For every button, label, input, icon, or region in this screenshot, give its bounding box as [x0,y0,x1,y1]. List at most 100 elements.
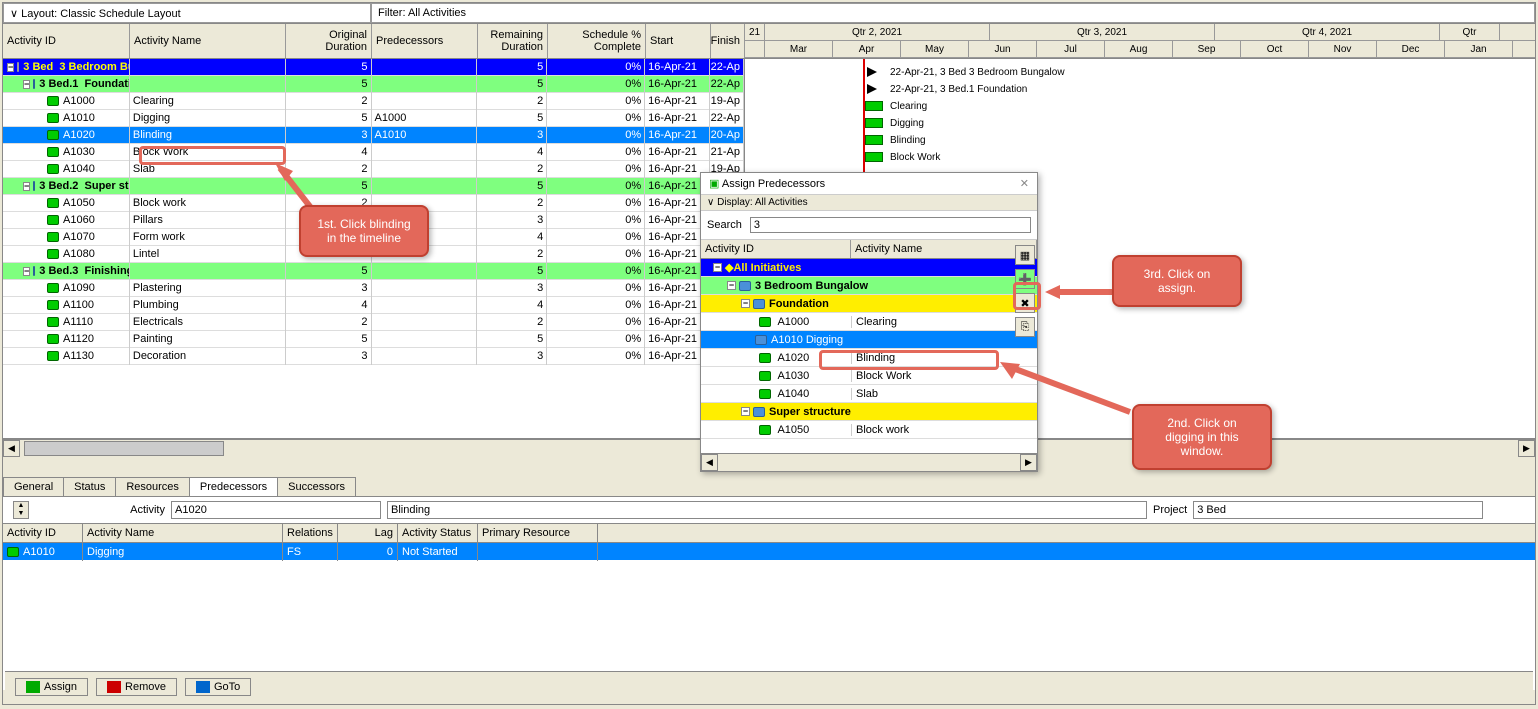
activity-name-field[interactable] [387,501,1147,519]
dlg-col-anm[interactable]: Activity Name [851,240,1037,258]
tab-status[interactable]: Status [63,477,116,496]
activity-row-3 Bed.1[interactable]: −3 Bed.1 Foundation 5 5 0% 16-Apr-21 22-… [3,76,744,93]
goto-button[interactable]: GoTo [185,678,251,696]
month-May: May [901,41,969,57]
pred-lag: 0 [338,543,398,561]
assign-button[interactable]: Assign [15,678,88,696]
gantt-bar[interactable] [865,152,883,162]
expand-icon[interactable]: ▦ [1015,245,1035,265]
pred-prim [478,543,598,561]
col-start[interactable]: Start [646,24,711,58]
predecessor-row[interactable]: A1010 Digging FS 0 Not Started [3,543,1535,560]
dlg-row-A1050[interactable]: A1050 Block work [701,421,1037,439]
gantt-q4: Qtr 4, 2021 [1215,24,1440,40]
dlg-row-Initiatives[interactable]: −◆ All Initiatives [701,259,1037,277]
dlg-row-A1000[interactable]: A1000 Clearing [701,313,1037,331]
month-Dec: Dec [1377,41,1445,57]
dlg-row-Digging[interactable]: A1010 Digging [701,331,1037,349]
gantt-bar[interactable] [865,135,883,145]
activity-row-A1130[interactable]: A1130 Decoration 3 3 0% 16-Apr-21 20-Ap [3,348,744,365]
gantt-label: Blinding [890,135,926,146]
scroll-left-button[interactable]: ◀ [3,440,20,457]
sub-col-prim[interactable]: Primary Resource [478,524,598,542]
activity-row-3 Bed.3[interactable]: −3 Bed.3 Finishing 5 5 0% 16-Apr-21 22-A… [3,263,744,280]
scroll-right-button[interactable]: ▶ [1518,440,1535,457]
top-info-bar: ∨ Layout: Classic Schedule Layout Filter… [3,3,1535,24]
close-icon[interactable]: ✕ [1020,177,1029,190]
predecessor-grid-header: Activity ID Activity Name Relations Lag … [3,523,1535,543]
activity-row-3 Bed.2[interactable]: −3 Bed.2 Super structure 5 5 0% 16-Apr-2… [3,178,744,195]
dlg-row-A1020[interactable]: A1020 Blinding [701,349,1037,367]
gantt-q2: Qtr 2, 2021 [765,24,990,40]
activity-row-A1040[interactable]: A1040 Slab 2 2 0% 16-Apr-21 19-Ap [3,161,744,178]
sub-col-rel[interactable]: Relations [283,524,338,542]
callout-1: 1st. Click blinding in the timeline [299,205,429,257]
activity-row-A1000[interactable]: A1000 Clearing 2 2 0% 16-Apr-21 19-Ap [3,93,744,110]
gantt-q3: Qtr 3, 2021 [990,24,1215,40]
gantt-label: Clearing [890,101,927,112]
dialog-display-bar[interactable]: ∨ Display: All Activities [701,195,1037,211]
tab-resources[interactable]: Resources [115,477,190,496]
milestone-flag [867,84,877,94]
pred-anm: Digging [83,543,283,561]
activity-stepper[interactable]: ▲▼ [13,501,29,519]
col-predecessors[interactable]: Predecessors [372,24,478,58]
month-Jan: Jan [1445,41,1513,57]
dlg-row-3 Bedroom Bungalow[interactable]: − 3 Bedroom Bungalow [701,277,1037,295]
sub-col-aid[interactable]: Activity ID [3,524,83,542]
month-Nov: Nov [1309,41,1377,57]
search-input[interactable] [750,217,1031,233]
month-Aug: Aug [1105,41,1173,57]
remove-button[interactable]: Remove [96,678,177,696]
col-rem-duration[interactable]: Remaining Duration [478,24,548,58]
sub-col-anm[interactable]: Activity Name [83,524,283,542]
layout-label[interactable]: ∨ Layout: Classic Schedule Layout [3,3,371,23]
activity-row-A1090[interactable]: A1090 Plastering 3 3 0% 16-Apr-21 20-Ap [3,280,744,297]
dlg-row-A1040[interactable]: A1040 Slab [701,385,1037,403]
tab-general[interactable]: General [3,477,64,496]
scroll-thumb[interactable] [24,441,224,456]
assign-icon-button[interactable]: ➕ [1015,269,1035,289]
tab-predecessors[interactable]: Predecessors [189,477,278,496]
col-orig-duration[interactable]: Original Duration [286,24,372,58]
dlg-scroll-right[interactable]: ▶ [1020,454,1037,471]
gantt-label: 22-Apr-21, 3 Bed.1 Foundation [890,84,1027,95]
detail-tabs: General Status Resources Predecessors Su… [3,477,1535,497]
filter-label[interactable]: Filter: All Activities [371,3,1535,23]
col-finish[interactable]: Finish [711,24,745,58]
activity-row-A1020[interactable]: A1020 Blinding 3 A1010 3 0% 16-Apr-21 20… [3,127,744,144]
project-label: Project [1153,504,1187,516]
pred-rel: FS [283,543,338,561]
gantt-label: Block Work [890,152,940,163]
remove-icon-button[interactable]: ✖ [1015,293,1035,313]
tab-successors[interactable]: Successors [277,477,356,496]
activity-row-A1010[interactable]: A1010 Digging 5 A1000 5 0% 16-Apr-21 22-… [3,110,744,127]
activity-grid-header: Activity ID Activity Name Original Durat… [3,24,1535,59]
activity-row-A1110[interactable]: A1110 Electricals 2 2 0% 16-Apr-21 19-Ap [3,314,744,331]
col-activity-id[interactable]: Activity ID [3,24,130,58]
sub-col-lag[interactable]: Lag [338,524,398,542]
dlg-col-aid[interactable]: Activity ID [701,240,851,258]
month-Jul: Jul [1037,41,1105,57]
sub-col-stat[interactable]: Activity Status [398,524,478,542]
activity-row-A1120[interactable]: A1120 Painting 5 5 0% 16-Apr-21 22-Ap [3,331,744,348]
col-activity-name[interactable]: Activity Name [130,24,286,58]
copy-icon[interactable]: ⎘ [1015,317,1035,337]
gantt-q21: 21 [745,24,765,40]
activity-row-A1030[interactable]: A1030 Block Work 4 4 0% 16-Apr-21 21-Ap [3,144,744,161]
search-label: Search [707,219,742,231]
dlg-row-A1030[interactable]: A1030 Block Work [701,367,1037,385]
gantt-bar[interactable] [865,118,883,128]
dialog-body[interactable]: −◆ All Initiatives− 3 Bedroom Bungalow− … [701,259,1037,447]
col-sched-pct[interactable]: Schedule % Complete [548,24,646,58]
activity-id-field[interactable] [171,501,381,519]
month-Oct: Oct [1241,41,1309,57]
dlg-scroll-left[interactable]: ◀ [701,454,718,471]
dlg-row-Super structure[interactable]: − Super structure [701,403,1037,421]
activity-row-3 Bed[interactable]: −3 Bed 3 Bedroom Bungalow 5 5 0% 16-Apr-… [3,59,744,76]
dlg-row-Foundation[interactable]: − Foundation [701,295,1037,313]
activity-row-A1100[interactable]: A1100 Plumbing 4 4 0% 16-Apr-21 21-Ap [3,297,744,314]
gantt-bar[interactable] [865,101,883,111]
gantt-label: 22-Apr-21, 3 Bed 3 Bedroom Bungalow [890,67,1065,78]
pred-aid: A1010 [23,546,55,558]
